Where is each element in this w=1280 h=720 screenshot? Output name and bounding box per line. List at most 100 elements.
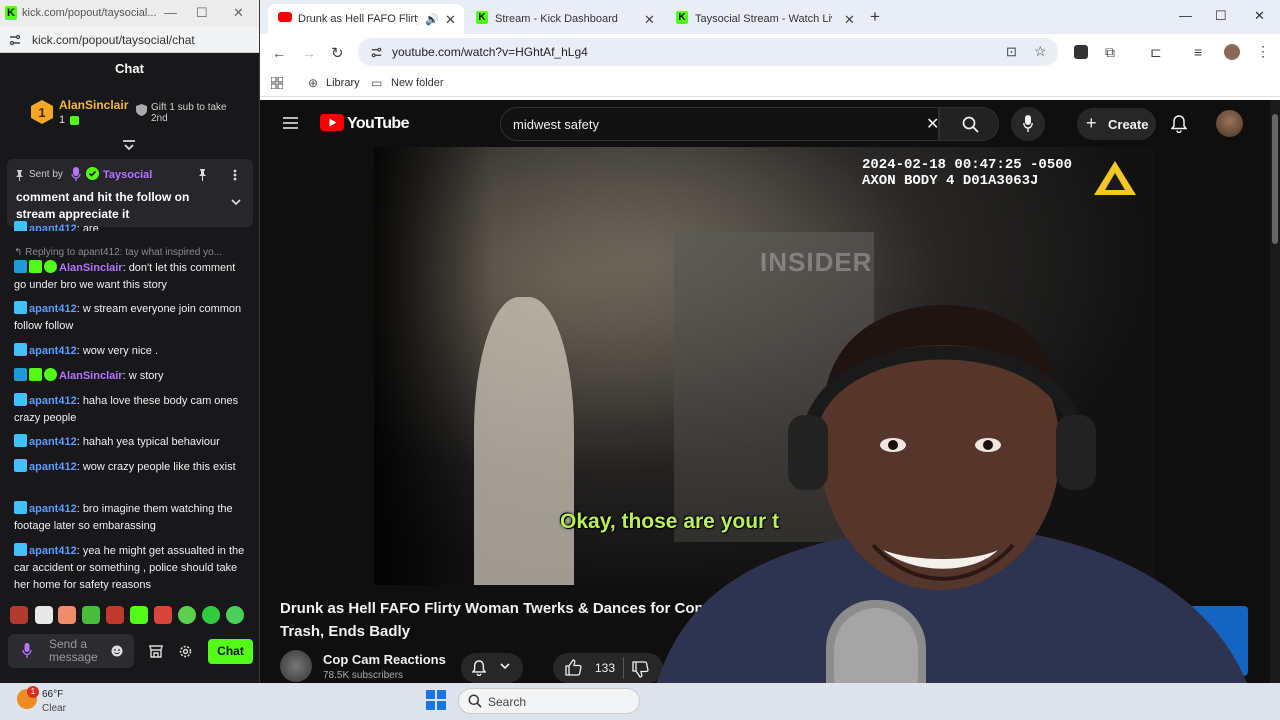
tab-taysocial-stream[interactable]: K Taysocial Stream - Watch Live o ✕ — [667, 4, 863, 34]
clear-search-icon[interactable]: ✕ — [926, 114, 939, 134]
create-button[interactable]: + Create — [1077, 108, 1156, 140]
moderator-badge-icon — [14, 368, 27, 381]
subscribed-button[interactable] — [461, 653, 523, 683]
close-icon[interactable]: ✕ — [233, 5, 244, 21]
install-app-icon[interactable]: ⊡ — [1006, 44, 1017, 60]
tab-kick-dashboard[interactable]: K Stream - Kick Dashboard ✕ — [467, 4, 663, 34]
mic-icon[interactable] — [22, 643, 32, 658]
emote-icon[interactable] — [178, 606, 196, 624]
unpin-icon[interactable] — [198, 169, 207, 181]
tab-close-icon[interactable]: ✕ — [445, 12, 456, 28]
extension-icon[interactable] — [1074, 45, 1088, 59]
windows-start-icon[interactable] — [426, 690, 446, 710]
chat-username[interactable]: apant412 — [29, 345, 77, 357]
leaderboard-count-value: 1 — [59, 114, 66, 126]
tab-close-icon[interactable]: ✕ — [844, 12, 855, 28]
plus-icon: + — [1086, 113, 1097, 133]
mic-icon — [1023, 115, 1033, 132]
popup-titlebar: K kick.com/popout/taysocial... — ☐ ✕ — [0, 0, 259, 27]
apps-grid-icon[interactable] — [271, 77, 283, 89]
more-options-icon[interactable] — [233, 169, 237, 181]
emote-icon[interactable] — [226, 606, 244, 624]
emote-icon[interactable] — [35, 606, 53, 624]
youtube-logo[interactable] — [320, 114, 344, 131]
popup-address-bar[interactable]: kick.com/popout/taysocial/chat — [0, 27, 259, 53]
profile-avatar[interactable] — [1224, 44, 1240, 60]
media-control-icon[interactable]: ≡ — [1194, 44, 1202, 60]
bookmark-new-folder[interactable]: New folder — [391, 77, 444, 89]
reload-icon[interactable]: ↻ — [331, 44, 344, 62]
search-button[interactable] — [939, 107, 999, 141]
chat-header: Chat — [115, 61, 144, 76]
emoji-icon[interactable] — [111, 645, 123, 657]
notifications-bell-icon[interactable] — [1171, 115, 1187, 133]
chat-message: apant412: bro imagine them watching the … — [14, 501, 246, 535]
audio-playing-icon[interactable]: 🔊 — [425, 13, 439, 26]
chat-send-button[interactable]: Chat — [208, 639, 253, 664]
channel-name[interactable]: Cop Cam Reactions — [323, 652, 446, 667]
chevron-down-icon[interactable] — [231, 199, 241, 206]
emote-icon[interactable] — [58, 606, 76, 624]
reply-context[interactable]: ↰ Replying to apant412: tay what inspire… — [14, 244, 246, 261]
minimize-icon[interactable]: — — [164, 5, 177, 20]
maximize-icon[interactable]: ☐ — [196, 5, 208, 21]
page-scrollbar[interactable] — [1270, 100, 1280, 683]
close-icon[interactable]: ✕ — [1254, 8, 1265, 24]
puzzle-icon[interactable]: ⧉ — [1105, 44, 1115, 61]
chat-username[interactable]: apant412 — [29, 545, 77, 557]
tab-close-icon[interactable]: ✕ — [644, 12, 655, 28]
menu-kebab-icon[interactable]: ⋮ — [1256, 43, 1270, 60]
emote-icon[interactable] — [10, 606, 28, 624]
chat-username[interactable]: apant412 — [29, 223, 77, 231]
like-icon[interactable] — [565, 659, 582, 676]
bookmark-star-icon[interactable]: ☆ — [1034, 43, 1047, 60]
sent-by-label: Sent by — [29, 169, 63, 180]
reply-context-text: Replying to apant412: tay what inspired … — [25, 247, 222, 258]
subscriber-badge-icon — [14, 393, 27, 406]
emote-icon[interactable] — [82, 606, 100, 624]
account-avatar[interactable] — [1216, 110, 1243, 137]
weather-widget[interactable]: 1 66°F Clear — [17, 686, 108, 716]
bookmark-library[interactable]: Library — [326, 77, 360, 89]
address-bar[interactable]: youtube.com/watch?v=HGhtAf_hLg4 ⊡ ☆ — [358, 38, 1058, 66]
back-icon[interactable]: ← — [272, 45, 286, 61]
forward-icon[interactable]: → — [302, 45, 316, 61]
video-person — [474, 297, 574, 585]
gear-icon[interactable] — [179, 645, 192, 658]
leaderboard-user[interactable]: AlanSinclair — [59, 98, 128, 112]
minimize-icon[interactable]: — — [1179, 8, 1192, 23]
site-info-icon[interactable] — [370, 46, 383, 59]
emote-icon[interactable] — [154, 606, 172, 624]
channel-avatar[interactable] — [280, 650, 312, 682]
search-input[interactable]: midwest safety ✕ — [500, 107, 939, 141]
pinned-sender[interactable]: Taysocial — [103, 169, 152, 181]
emote-icon[interactable] — [202, 606, 220, 624]
scrollbar-thumb[interactable] — [1272, 114, 1278, 244]
expand-leaderboard-icon[interactable] — [122, 140, 136, 152]
chat-username[interactable]: AlanSinclair — [59, 262, 123, 274]
subscriber-count: 78.5K subscribers — [323, 670, 404, 681]
voice-search-button[interactable] — [1011, 107, 1045, 141]
chat-username[interactable]: apant412 — [29, 303, 77, 315]
chat-username[interactable]: AlanSinclair — [59, 370, 123, 382]
new-tab-icon[interactable]: + — [870, 7, 880, 27]
moderator-badge-icon — [14, 260, 27, 273]
taskbar-search[interactable]: Search — [458, 688, 640, 714]
verified-icon — [86, 167, 99, 180]
chat-input[interactable]: Send a message — [8, 634, 134, 668]
maximize-icon[interactable]: ☐ — [1215, 8, 1227, 24]
emote-icon[interactable] — [106, 606, 124, 624]
chat-message-list[interactable]: apant412: are ↰ Replying to apant412: ta… — [8, 221, 254, 601]
site-info-icon[interactable] — [8, 33, 22, 47]
hamburger-menu-icon[interactable] — [283, 117, 298, 129]
chat-username[interactable]: apant412 — [29, 436, 77, 448]
cast-icon[interactable]: ⊏ — [1150, 44, 1162, 61]
emote-icon[interactable] — [130, 606, 148, 624]
tab-youtube[interactable]: Drunk as Hell FAFO Flirty W 🔊 ✕ — [268, 4, 464, 34]
subscriber-badge-icon — [14, 459, 27, 472]
chat-username[interactable]: apant412 — [29, 503, 77, 515]
store-icon[interactable] — [149, 645, 163, 658]
webcam-feed — [648, 305, 1258, 720]
chat-username[interactable]: apant412 — [29, 461, 77, 473]
chat-username[interactable]: apant412 — [29, 395, 77, 407]
